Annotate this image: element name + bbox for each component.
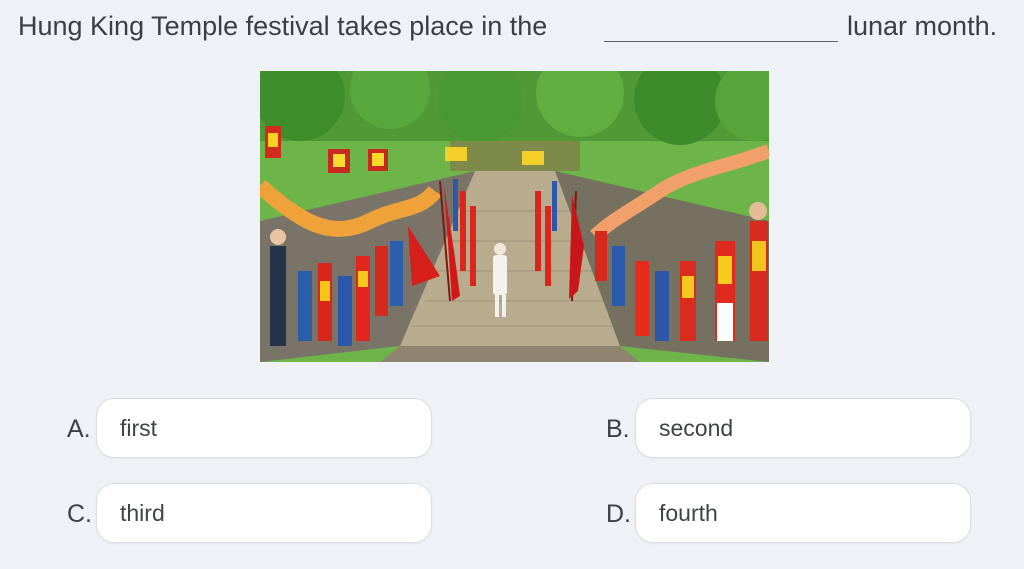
option-a-text: first: [120, 415, 158, 441]
option-a[interactable]: A. first: [67, 398, 432, 460]
option-c[interactable]: C. third: [67, 483, 432, 545]
answer-blank: [604, 41, 838, 42]
option-d-button[interactable]: fourth: [635, 483, 971, 543]
option-c-letter: C.: [67, 500, 92, 528]
question-text: Hung King Temple festival takes place in…: [18, 8, 1014, 48]
option-a-button[interactable]: first: [96, 398, 432, 458]
option-d-letter: D.: [606, 500, 631, 528]
option-b-text: second: [659, 415, 734, 441]
option-d-text: fourth: [659, 500, 718, 526]
option-b-button[interactable]: second: [635, 398, 971, 458]
option-b[interactable]: B. second: [606, 398, 971, 460]
question-before-blank: Hung King Temple festival takes place in…: [18, 11, 548, 41]
question-after-blank: lunar month.: [847, 11, 998, 41]
option-a-letter: A.: [67, 415, 91, 443]
option-c-button[interactable]: third: [96, 483, 432, 543]
option-d[interactable]: D. fourth: [606, 483, 971, 545]
option-c-text: third: [120, 500, 165, 526]
festival-procession-image: [260, 71, 769, 362]
option-b-letter: B.: [606, 415, 630, 443]
